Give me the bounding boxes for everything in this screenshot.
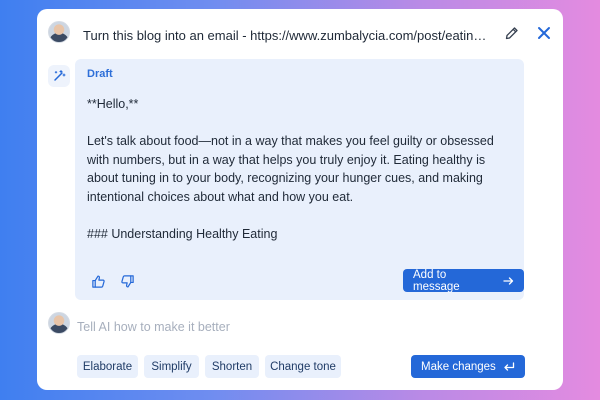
elaborate-chip[interactable]: Elaborate [77, 355, 138, 378]
draft-paragraph: ### Understanding Healthy Eating [87, 226, 278, 241]
close-button[interactable] [534, 23, 554, 43]
draft-paragraph: **Hello,** [87, 97, 139, 111]
add-to-message-label: Add to message [413, 268, 460, 293]
ai-sparkle-badge [48, 65, 70, 87]
close-icon [538, 27, 550, 39]
arrow-right-icon [503, 276, 514, 285]
prompt-text: Turn this blog into an email - https://w… [83, 28, 493, 43]
thumbs-up-icon [91, 274, 105, 288]
pencil-icon [505, 27, 518, 40]
shorten-chip[interactable]: Shorten [205, 355, 259, 378]
draft-paragraph: Let's talk about food—not in a way that … [87, 134, 494, 204]
thumbs-down-button[interactable] [118, 272, 136, 290]
add-to-message-button[interactable]: Add to message [403, 268, 524, 293]
draft-label: Draft [87, 68, 113, 80]
user-avatar [48, 312, 70, 334]
thumbs-up-button[interactable] [89, 272, 107, 290]
thumbs-down-icon [120, 274, 134, 288]
change-tone-chip[interactable]: Change tone [265, 355, 341, 378]
make-changes-button[interactable]: Make changes [411, 355, 525, 378]
simplify-chip[interactable]: Simplify [144, 355, 199, 378]
user-avatar [48, 21, 70, 43]
draft-card: Draft **Hello,** Let's talk about food—n… [75, 59, 524, 300]
enter-key-icon [504, 361, 514, 371]
make-changes-label: Make changes [421, 360, 496, 373]
magic-wand-icon [54, 69, 66, 81]
ai-assistant-panel: Turn this blog into an email - https://w… [37, 9, 563, 390]
refine-prompt-input[interactable] [77, 318, 517, 336]
edit-prompt-button[interactable] [502, 23, 522, 43]
draft-body: **Hello,** Let's talk about food—not in … [87, 95, 512, 262]
